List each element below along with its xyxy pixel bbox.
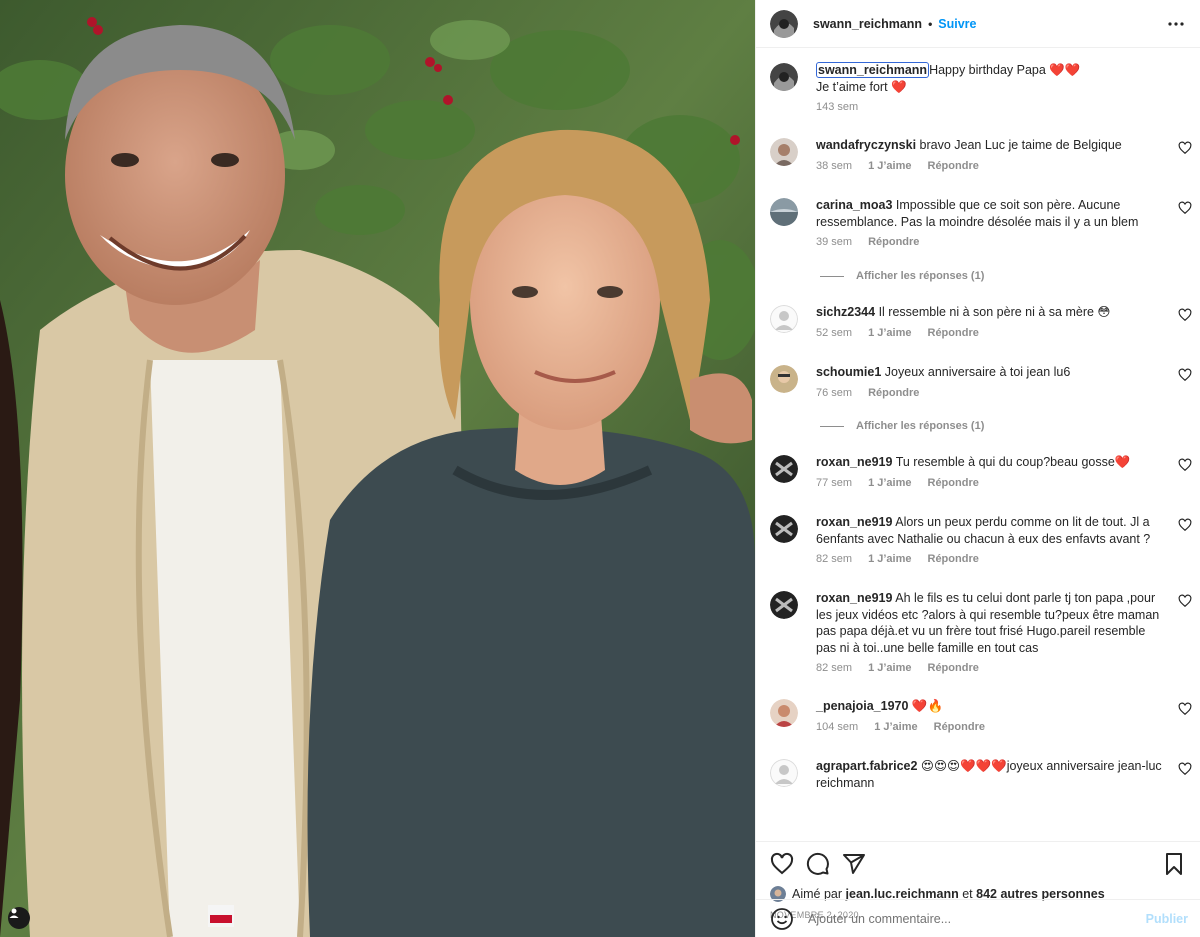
add-comment-bar: Publier: [756, 899, 1200, 937]
comment-item: carina_moa3 Impossible que ce soit son p…: [770, 197, 1192, 251]
comment-likes[interactable]: 1 J’aime: [868, 158, 911, 175]
replies-divider: [820, 425, 844, 427]
show-replies-label: Afficher les réponses (1): [856, 270, 985, 282]
header-separator: •: [928, 16, 933, 31]
person-icon: [9, 908, 19, 918]
comment-item: roxan_ne919 Alors un peux perdu comme on…: [770, 514, 1192, 568]
comment-username[interactable]: roxan_ne919: [816, 455, 892, 469]
comment-item: roxan_ne919 Tu resemble à qui du coup?be…: [770, 454, 1192, 491]
more-options-button[interactable]: [1166, 14, 1186, 34]
post-caption: swann_reichmann Happy birthday Papa ❤️❤️ …: [770, 62, 1192, 116]
comment-text: Tu resemble à qui du coup?beau gosse❤️: [895, 455, 1131, 469]
comment-text: bravo Jean Luc je taime de Belgique: [919, 138, 1122, 152]
comment-likes[interactable]: 1 J’aime: [874, 719, 917, 736]
like-comment-icon[interactable]: [1178, 702, 1192, 716]
show-replies-button[interactable]: Afficher les réponses (1): [820, 270, 984, 282]
bookmark-icon[interactable]: [1162, 852, 1186, 876]
comment-bubble-icon[interactable]: [806, 852, 830, 876]
commenter-avatar[interactable]: [770, 591, 798, 619]
follow-button[interactable]: Suivre: [938, 17, 976, 31]
comment-likes[interactable]: 1 J’aime: [868, 660, 911, 677]
comment-input[interactable]: [808, 911, 1146, 926]
more-horizontal-icon: [1168, 21, 1184, 26]
commenter-avatar[interactable]: [770, 455, 798, 483]
comment-username[interactable]: agrapart.fabrice2: [816, 759, 917, 773]
comment-likes[interactable]: 1 J’aime: [868, 475, 911, 492]
like-comment-icon[interactable]: [1178, 201, 1192, 215]
user-tag-button[interactable]: [8, 907, 30, 929]
commenter-avatar[interactable]: [770, 759, 798, 787]
comment-username[interactable]: carina_moa3: [816, 198, 892, 212]
comment-time: 38 sem: [816, 159, 853, 172]
commenter-avatar[interactable]: [770, 365, 798, 393]
show-replies-button[interactable]: Afficher les réponses (1): [820, 420, 984, 432]
caption-time: 143 sem: [816, 101, 859, 113]
comment-username[interactable]: wandafryczynski: [816, 138, 916, 152]
caption-username[interactable]: swann_reichmann: [816, 62, 930, 78]
comment-text: Il ressemble ni à son père ni à sa mère …: [878, 305, 1111, 319]
reply-button[interactable]: Répondre: [934, 719, 985, 736]
instagram-post-modal: swann_reichmann • Suivre swann_reichmann…: [0, 0, 1200, 937]
share-send-icon[interactable]: [842, 852, 866, 876]
author-avatar[interactable]: [770, 9, 798, 38]
caption-avatar[interactable]: [770, 63, 798, 91]
like-comment-icon[interactable]: [1178, 368, 1192, 382]
commenter-avatar[interactable]: [770, 138, 798, 166]
reply-button[interactable]: Répondre: [868, 234, 919, 251]
reply-button[interactable]: Répondre: [928, 325, 979, 342]
like-comment-icon[interactable]: [1178, 594, 1192, 608]
comment-username[interactable]: roxan_ne919: [816, 515, 892, 529]
comment-time: 82 sem: [816, 553, 853, 565]
author-username[interactable]: swann_reichmann: [813, 17, 922, 31]
comment-item: roxan_ne919 Ah le fils es tu celui dont …: [770, 590, 1192, 677]
comment-time: 77 sem: [816, 476, 853, 489]
like-comment-icon[interactable]: [1178, 518, 1192, 532]
commenter-avatar[interactable]: [770, 305, 798, 333]
comment-text: ❤️🔥: [911, 699, 944, 713]
emoji-icon[interactable]: [770, 907, 794, 931]
caption-line1: Happy birthday Papa ❤️❤️: [929, 63, 1081, 77]
comments-list[interactable]: swann_reichmann Happy birthday Papa ❤️❤️ …: [756, 48, 1200, 841]
comment-item: schoumie1 Joyeux anniversaire à toi jean…: [770, 364, 1192, 401]
comment-username[interactable]: schoumie1: [816, 365, 881, 379]
reply-button[interactable]: Répondre: [928, 158, 979, 175]
comment-item: _penajoia_1970 ❤️🔥 104 sem 1 J’aime Répond…: [770, 698, 1192, 735]
comment-likes[interactable]: 1 J’aime: [868, 325, 911, 342]
post-header: swann_reichmann • Suivre: [756, 0, 1200, 48]
comment-item: wandafryczynski bravo Jean Luc je taime …: [770, 137, 1192, 174]
commenter-avatar[interactable]: [770, 515, 798, 543]
like-heart-icon[interactable]: [770, 852, 794, 876]
comment-text: Joyeux anniversaire à toi jean lu6: [884, 365, 1071, 379]
like-comment-icon[interactable]: [1178, 762, 1192, 776]
comment-username[interactable]: _penajoia_1970: [816, 699, 908, 713]
comment-username[interactable]: roxan_ne919: [816, 591, 892, 605]
comment-time: 52 sem: [816, 326, 853, 339]
publish-button[interactable]: Publier: [1146, 912, 1188, 926]
caption-line2: Je t’aime fort ❤️: [816, 79, 907, 94]
post-photo[interactable]: [0, 0, 755, 937]
like-comment-icon[interactable]: [1178, 308, 1192, 322]
reply-button[interactable]: Répondre: [928, 551, 979, 568]
commenter-avatar[interactable]: [770, 198, 798, 226]
like-comment-icon[interactable]: [1178, 141, 1192, 155]
comment-username[interactable]: sichz2344: [816, 305, 875, 319]
like-comment-icon[interactable]: [1178, 458, 1192, 472]
comment-time: 39 sem: [816, 236, 853, 248]
comment-item: agrapart.fabrice2 😍😍😍❤️❤️❤️joyeux annive…: [770, 758, 1192, 791]
post-sidebar: swann_reichmann • Suivre swann_reichmann…: [755, 0, 1200, 937]
reply-button[interactable]: Répondre: [868, 385, 919, 402]
comment-time: 82 sem: [816, 662, 853, 674]
comment-time: 76 sem: [816, 386, 853, 399]
reply-button[interactable]: Répondre: [928, 475, 979, 492]
photo-illustration: [0, 0, 755, 937]
commenter-avatar[interactable]: [770, 699, 798, 727]
comment-time: 104 sem: [816, 720, 859, 733]
comment-likes[interactable]: 1 J’aime: [868, 551, 911, 568]
replies-divider: [820, 275, 844, 277]
show-replies-label: Afficher les réponses (1): [856, 420, 985, 432]
comment-item: sichz2344 Il ressemble ni à son père ni …: [770, 304, 1192, 341]
reply-button[interactable]: Répondre: [928, 660, 979, 677]
